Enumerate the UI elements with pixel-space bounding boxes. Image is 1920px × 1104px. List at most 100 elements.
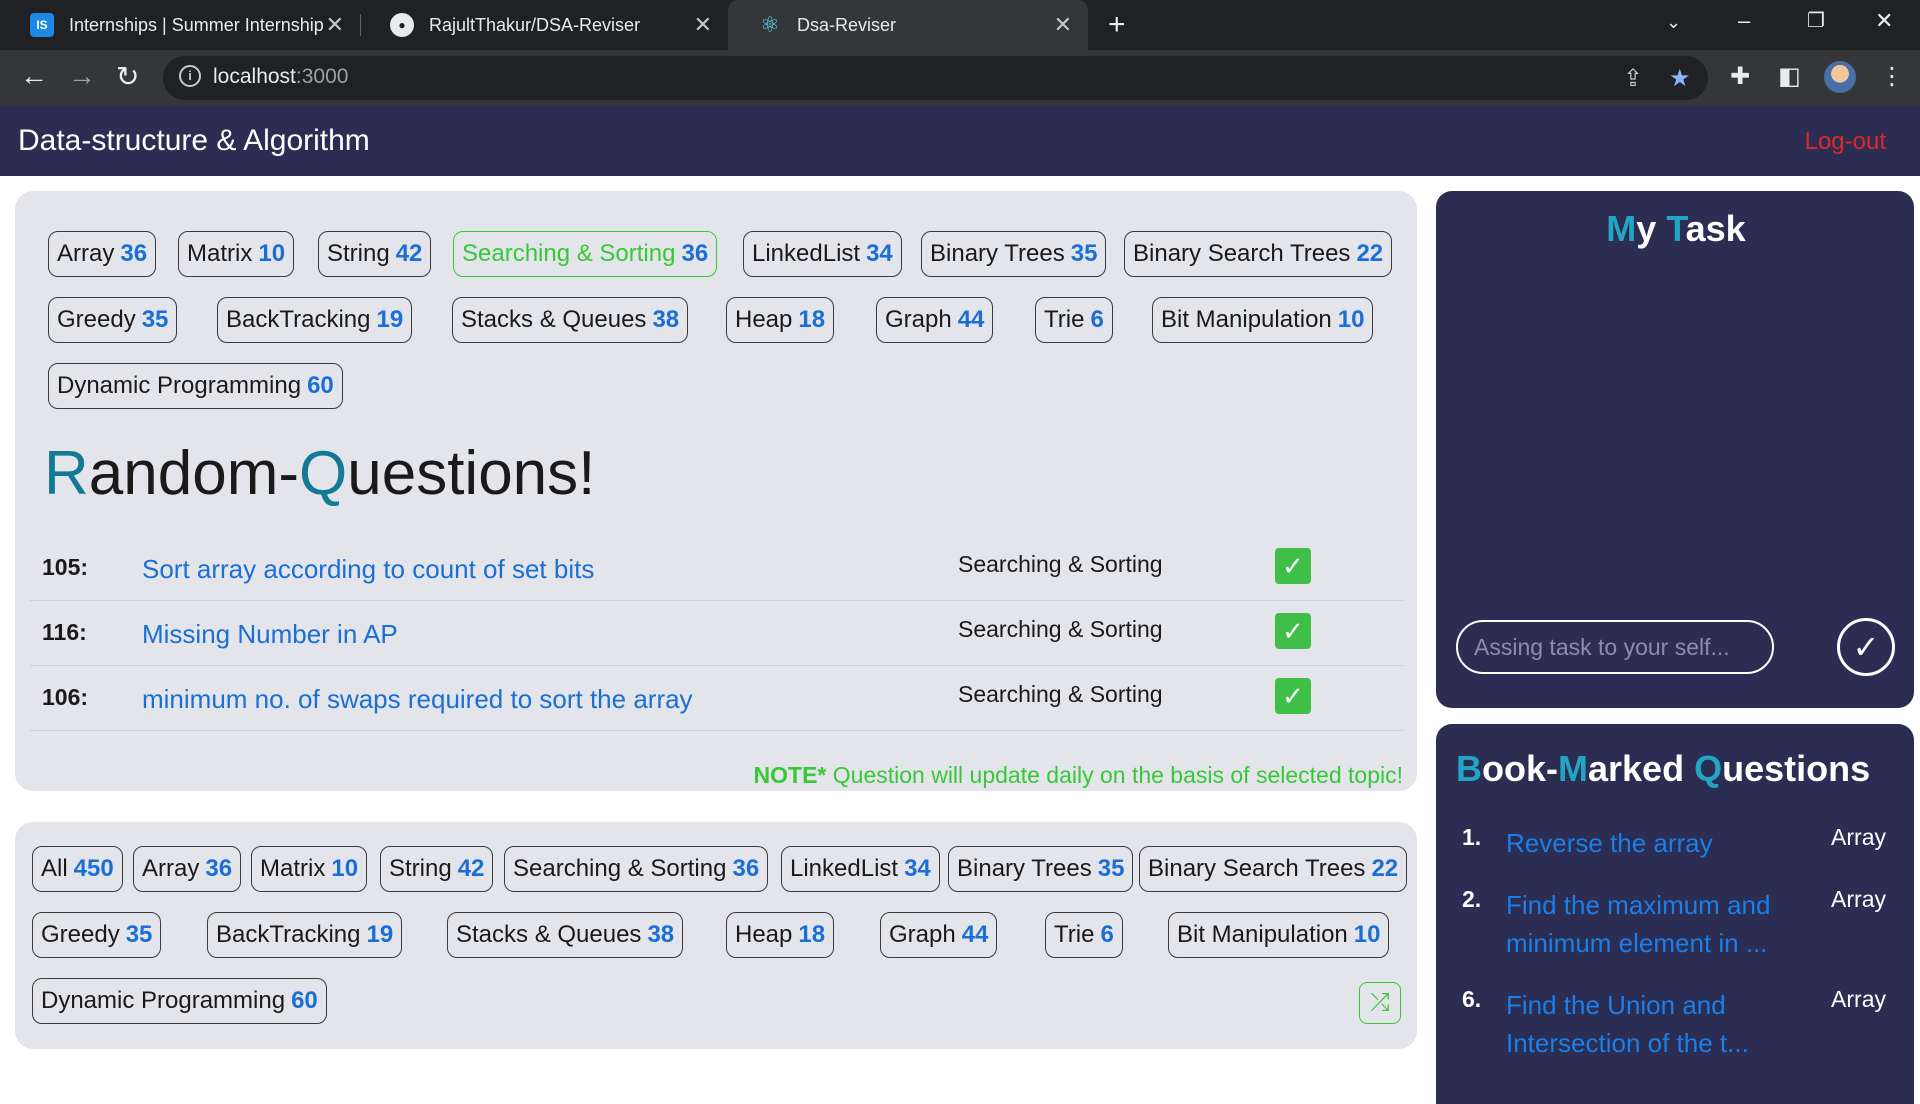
site-info-icon[interactable]: i (179, 65, 201, 87)
title-accent: R (44, 439, 89, 508)
url-text[interactable]: localhost:3000 (213, 65, 348, 89)
all-chip-backtracking[interactable]: BackTracking 19 (207, 912, 403, 958)
topic-chip-matrix[interactable]: Matrix 10 (178, 231, 295, 277)
all-chip-linkedlist[interactable]: LinkedList 34 (781, 846, 940, 892)
task-input[interactable] (1456, 620, 1774, 674)
browser-toolbar: ← → ↻ i localhost:3000 ⇪ ★ ✚ ◧ ⋮ (0, 50, 1920, 106)
chip-count: 44 (957, 306, 985, 333)
github-icon: ● (390, 13, 414, 37)
topic-chip-graph[interactable]: Graph 44 (876, 297, 994, 343)
question-link[interactable]: Missing Number in AP (142, 619, 398, 650)
bookmark-link[interactable]: Find the Union and Intersection of the t… (1506, 986, 1796, 1062)
chip-count: 38 (652, 306, 680, 333)
daily-update-note: NOTE* Question will update daily on the … (754, 762, 1403, 789)
all-chip-bit-manipulation[interactable]: Bit Manipulation 10 (1168, 912, 1390, 958)
all-chip-greedy[interactable]: Greedy 35 (32, 912, 162, 958)
back-icon[interactable]: ← (20, 60, 48, 92)
all-chip-string[interactable]: String 42 (380, 846, 494, 892)
chip-label: Bit Manipulation (1177, 921, 1348, 948)
question-topic: Searching & Sorting (958, 616, 1163, 642)
topic-chip-greedy[interactable]: Greedy 35 (48, 297, 178, 343)
tab-title: Internships | Summer Internship ... (69, 14, 324, 35)
all-chip-searching-sorting[interactable]: Searching & Sorting 36 (504, 846, 769, 892)
close-tab-icon[interactable]: ✕ (326, 12, 344, 38)
topic-chip-dynamic-programming[interactable]: Dynamic Programming 60 (48, 363, 343, 409)
done-checkbox[interactable]: ✓ (1275, 548, 1311, 584)
all-chip-binary-trees[interactable]: Binary Trees 35 (948, 846, 1134, 892)
chip-label: Matrix (260, 855, 326, 882)
shuffle-icon[interactable]: ⤮ (1359, 982, 1401, 1024)
topic-chip-string[interactable]: String 42 (318, 231, 432, 277)
all-chip-binary-search-trees[interactable]: Binary Search Trees 22 (1139, 846, 1408, 892)
topic-chip-bit-manipulation[interactable]: Bit Manipulation 10 (1152, 297, 1374, 343)
close-window-icon[interactable]: ✕ (1875, 8, 1893, 34)
side-panel-icon[interactable]: ◧ (1778, 62, 1801, 91)
minimize-icon[interactable]: – (1738, 8, 1750, 34)
topic-chip-heap[interactable]: Heap 18 (726, 297, 835, 343)
add-task-check-icon[interactable]: ✓ (1837, 618, 1895, 676)
url-port: :3000 (295, 65, 349, 88)
chip-label: Array (142, 855, 200, 882)
bookmark-link[interactable]: Reverse the array (1506, 824, 1796, 862)
all-chip-matrix[interactable]: Matrix 10 (251, 846, 368, 892)
chip-count: 10 (1337, 306, 1365, 333)
topic-chip-linkedlist[interactable]: LinkedList 34 (743, 231, 902, 277)
done-checkbox[interactable]: ✓ (1275, 678, 1311, 714)
topic-chip-backtracking[interactable]: BackTracking 19 (217, 297, 413, 343)
chip-count: 18 (798, 921, 826, 948)
chip-label: Trie (1054, 921, 1095, 948)
topic-chip-binary-search-trees[interactable]: Binary Search Trees 22 (1124, 231, 1393, 277)
all-chip-stacks-queues[interactable]: Stacks & Queues 38 (447, 912, 684, 958)
all-chip-heap[interactable]: Heap 18 (726, 912, 835, 958)
reload-icon[interactable]: ↻ (116, 60, 139, 93)
chip-label: Heap (735, 306, 793, 333)
new-tab-icon[interactable]: + (1108, 8, 1126, 42)
topic-chip-array[interactable]: Array 36 (48, 231, 157, 277)
chip-label: Graph (885, 306, 952, 333)
note-text: Question will update daily on the basis … (826, 762, 1403, 788)
bookmark-star-icon[interactable]: ★ (1669, 64, 1691, 93)
question-link[interactable]: minimum no. of swaps required to sort th… (142, 684, 693, 715)
url-host: localhost (213, 65, 296, 88)
close-tab-icon[interactable]: ✕ (694, 12, 712, 38)
all-chip-trie[interactable]: Trie 6 (1045, 912, 1123, 958)
chip-count: 10 (331, 855, 359, 882)
all-chip-all[interactable]: All 450 (32, 846, 123, 892)
topic-chip-searching-sorting[interactable]: Searching & Sorting 36 (453, 231, 718, 277)
browser-tab-github[interactable]: ● RajultThakur/DSA-Reviser ✕ (360, 0, 728, 50)
all-chip-dynamic-programming[interactable]: Dynamic Programming 60 (32, 978, 327, 1024)
browser-menu-icon[interactable]: ⋮ (1880, 62, 1904, 91)
topic-chip-binary-trees[interactable]: Binary Trees 35 (921, 231, 1107, 277)
chip-count: 35 (125, 921, 153, 948)
chip-label: BackTracking (226, 306, 371, 333)
bookmark-link[interactable]: Find the maximum and minimum element in … (1506, 886, 1796, 962)
forward-icon[interactable]: → (68, 60, 96, 92)
bookmarked-title: Book-Marked Questions (1456, 748, 1870, 790)
chip-label: Stacks & Queues (456, 921, 642, 948)
chip-count: 42 (395, 240, 423, 267)
title-text: uestions! (347, 439, 596, 508)
close-tab-icon[interactable]: ✕ (1054, 12, 1072, 38)
title-accent: Q (299, 439, 348, 508)
logout-link[interactable]: Log-out (1805, 128, 1886, 156)
chip-label: All (41, 855, 68, 882)
profile-avatar[interactable] (1824, 61, 1856, 93)
topic-chip-stacks-queues[interactable]: Stacks & Queues 38 (452, 297, 689, 343)
address-bar[interactable]: i localhost:3000 ⇪ ★ (163, 56, 1708, 100)
title-text: andom- (88, 439, 299, 508)
tab-search-icon[interactable]: ⌄ (1666, 12, 1681, 33)
browser-tab-dsa-reviser[interactable]: ⚛ Dsa-Reviser ✕ (728, 0, 1088, 50)
done-checkbox[interactable]: ✓ (1275, 613, 1311, 649)
all-chip-array[interactable]: Array 36 (133, 846, 242, 892)
topic-chip-trie[interactable]: Trie 6 (1035, 297, 1113, 343)
share-icon[interactable]: ⇪ (1623, 64, 1643, 93)
chip-count: 10 (1353, 921, 1381, 948)
extensions-icon[interactable]: ✚ (1730, 62, 1750, 91)
chip-count: 6 (1100, 921, 1114, 948)
chip-count: 34 (866, 240, 893, 267)
all-chip-graph[interactable]: Graph 44 (880, 912, 998, 958)
question-link[interactable]: Sort array according to count of set bit… (142, 554, 594, 585)
browser-tab-internships[interactable]: IS Internships | Summer Internship ... ✕ (0, 0, 360, 50)
chip-label: LinkedList (790, 855, 899, 882)
restore-icon[interactable]: ❐ (1807, 8, 1825, 33)
